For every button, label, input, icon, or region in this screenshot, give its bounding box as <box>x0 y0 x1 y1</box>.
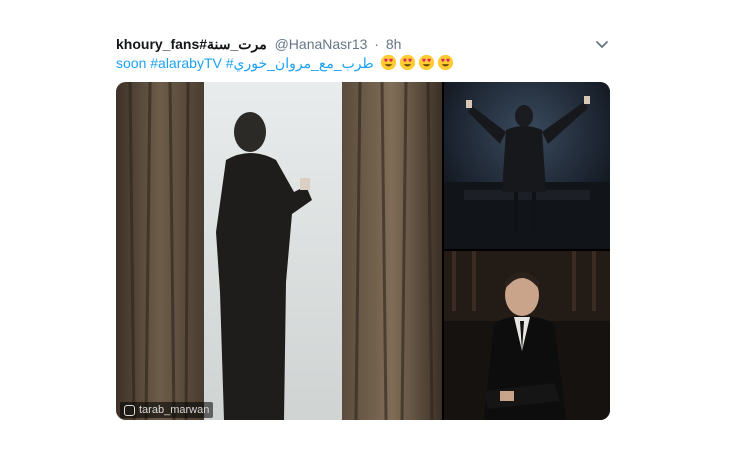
separator-dot: · <box>374 36 379 52</box>
photo-man-at-window[interactable]: tarab_marwan <box>116 82 442 420</box>
photo-man-seated-portrait[interactable] <box>444 251 610 420</box>
user-handle[interactable]: @HanaNasr13 <box>275 36 368 52</box>
heart-eyes-emoji <box>418 54 434 71</box>
media-grid: tarab_marwan <box>116 82 610 420</box>
tweet-text: soon #alarabyTV #طرب_مع_مروان_خوري <box>116 54 454 74</box>
chevron-down-icon[interactable] <box>594 36 610 52</box>
camera-icon <box>124 404 135 416</box>
hashtag-links[interactable]: soon #alarabyTV #طرب_مع_مروان_خوري <box>116 55 374 71</box>
heart-eyes-emoji <box>380 54 396 71</box>
heart-eyes-emoji <box>399 54 415 71</box>
heart-eyes-emoji <box>437 54 453 71</box>
tweet-header: khoury_fans#مرت_سنة @HanaNasr13 · 8h <box>116 36 401 54</box>
watermark: tarab_marwan <box>120 402 214 418</box>
watermark-text: tarab_marwan <box>139 404 210 416</box>
tweet-card[interactable]: khoury_fans#مرت_سنة @HanaNasr13 · 8h soo… <box>0 0 736 450</box>
timestamp[interactable]: 8h <box>386 36 402 52</box>
photo-conductor-stage[interactable] <box>444 82 610 249</box>
display-name[interactable]: khoury_fans#مرت_سنة <box>116 36 267 52</box>
